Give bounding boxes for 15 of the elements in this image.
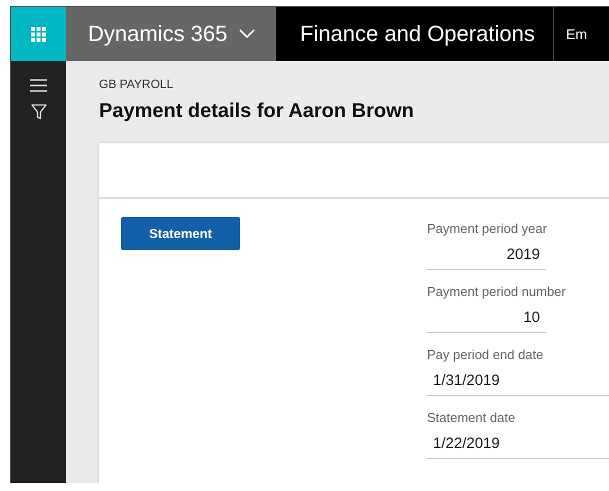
field-label: Payment period year — [427, 221, 548, 236]
field-label: Statement date — [427, 410, 516, 425]
company-button[interactable]: Em — [554, 7, 587, 61]
field-label: Pay period end date — [427, 347, 544, 362]
breadcrumb: GB PAYROLL — [99, 77, 174, 91]
menu-icon — [30, 79, 47, 92]
menu-button[interactable] — [28, 77, 49, 94]
grid-icon — [31, 26, 46, 42]
page-title: Payment details for Aaron Brown — [99, 100, 415, 123]
filter-button[interactable] — [28, 102, 48, 122]
app-menu-button[interactable]: Dynamics 365 — [66, 7, 276, 61]
filter-icon — [30, 104, 46, 120]
chevron-down-icon — [239, 29, 256, 39]
field-label: Payment period number — [427, 284, 567, 299]
statement-button[interactable]: Statement — [121, 217, 240, 250]
